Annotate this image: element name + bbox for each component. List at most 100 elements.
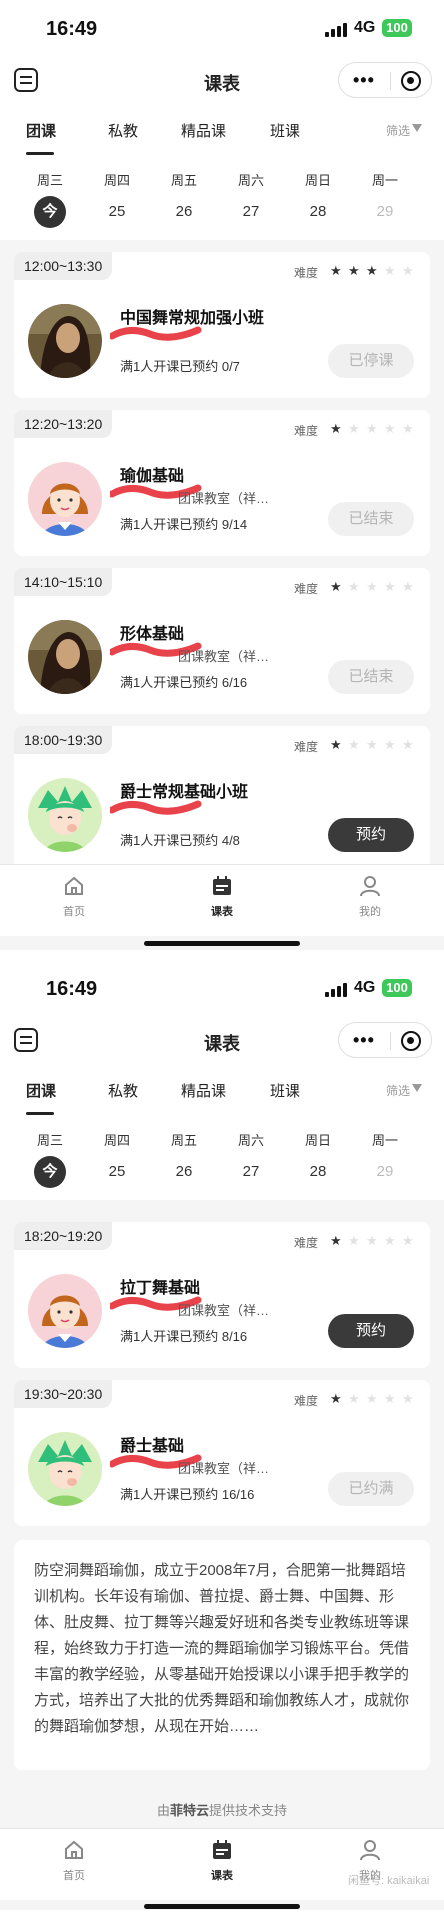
class-card[interactable]: 18:20~19:20 难度 ★ ★ ★ ★ ★ 拉丁舞基础 团课教室（祥… 满1人开课已预约 8… — [14, 1222, 430, 1368]
coach-avatar — [28, 1432, 102, 1506]
weekday-label: 周一 — [371, 1133, 398, 1148]
class-card[interactable]: 12:00~13:30 难度 ★ ★ ★ ★ ★ 中国舞常规加强小班 满1人开课已预约 0/7 已… — [14, 252, 430, 398]
class-time: 18:20~19:20 — [14, 1222, 113, 1250]
enrollment-status: 满1人开课已预约 9/14 — [120, 517, 248, 532]
enrollment-status: 满1人开课已预约 4/8 — [120, 833, 240, 848]
day-number[interactable]: 28 — [302, 1156, 334, 1188]
difficulty-label: 难度 — [294, 1394, 319, 1408]
weekday-label: 周六 — [237, 173, 264, 188]
class-time: 19:30~20:30 — [14, 1380, 113, 1408]
day-number[interactable]: 28 — [302, 196, 334, 228]
coach-avatar — [28, 620, 102, 694]
class-card[interactable]: 19:30~20:30 难度 ★ ★ ★ ★ ★ 爵士基础 团课教室（祥… 满1人开课已预约 16… — [14, 1380, 430, 1526]
star-icon: ★ — [330, 1391, 342, 1406]
star-icon: ★ — [330, 1233, 342, 1248]
day-number[interactable]: 27 — [235, 196, 267, 228]
miniprogram-capsule: ••• — [338, 62, 432, 98]
book-button[interactable]: 预约 — [328, 1314, 414, 1348]
home-indicator — [144, 1904, 300, 1909]
class-card[interactable]: 14:10~15:10 难度 ★ ★ ★ ★ ★ 形体基础 团课教室（祥… 满1人开课已预约 6/… — [14, 568, 430, 714]
user-icon — [360, 876, 380, 897]
star-icon: ★ — [366, 737, 378, 752]
star-icon: ★ — [402, 579, 414, 594]
class-room: 团课教室（祥… — [178, 491, 270, 506]
tabbar-label: 首页 — [63, 1870, 85, 1882]
star-icon: ★ — [348, 1233, 360, 1248]
tab-group-class[interactable]: 团课 — [26, 120, 56, 141]
class-card[interactable]: 18:00~19:30 难度 ★ ★ ★ ★ ★ 爵士常规基础小班 满1人开课已预约 4/8 预约 — [14, 726, 430, 872]
difficulty-stars: ★ ★ ★ ★ ★ — [330, 422, 416, 436]
day-number[interactable]: 27 — [235, 1156, 267, 1188]
weekday-label: 周四 — [103, 1133, 130, 1148]
tab-class-course[interactable]: 班课 — [270, 120, 300, 141]
star-icon: ★ — [402, 1391, 414, 1406]
status-bar: 16:49 4G 100 — [0, 960, 444, 1018]
coach-avatar — [28, 1274, 102, 1348]
day-number[interactable]: 29 — [369, 1156, 401, 1188]
weekday-label: 周五 — [170, 1133, 197, 1148]
weekday-label: 周三 — [36, 1133, 63, 1148]
enrollment-status: 满1人开课已预约 8/16 — [120, 1329, 248, 1344]
home-indicator — [144, 941, 300, 946]
status-button[interactable]: 已结束 — [328, 502, 414, 536]
star-icon: ★ — [330, 421, 342, 436]
class-time: 14:10~15:10 — [14, 568, 113, 596]
weekday-label: 周四 — [103, 173, 130, 188]
coach-avatar — [28, 778, 102, 852]
filter-icon[interactable] — [412, 124, 422, 132]
book-button[interactable]: 预约 — [328, 818, 414, 852]
redaction-scribble — [110, 326, 202, 341]
redaction-scribble — [110, 800, 202, 815]
star-icon: ★ — [348, 421, 360, 436]
tab-premium[interactable]: 精品课 — [181, 120, 226, 141]
more-icon[interactable]: ••• — [353, 71, 375, 89]
star-icon: ★ — [402, 263, 414, 278]
difficulty-label: 难度 — [294, 424, 319, 438]
difficulty-label: 难度 — [294, 582, 319, 596]
class-room: 团课教室（祥… — [178, 1303, 270, 1318]
nav-bar: 课表 ••• — [0, 1018, 444, 1066]
day-number[interactable]: 26 — [168, 1156, 200, 1188]
star-icon: ★ — [366, 579, 378, 594]
status-time: 16:49 — [46, 18, 98, 40]
tab-group-class[interactable]: 团课 — [26, 1080, 56, 1101]
status-button[interactable]: 已约满 — [328, 1472, 414, 1506]
powered-brand[interactable]: 菲特云 — [170, 1803, 209, 1818]
powered-suffix: 提供技术支持 — [209, 1803, 288, 1818]
signal-icon — [325, 22, 349, 37]
class-card[interactable]: 12:20~13:20 难度 ★ ★ ★ ★ ★ 瑜伽基础 团课教室（祥… 满1人开课已预约 9/… — [14, 410, 430, 556]
enrollment-status: 满1人开课已预约 0/7 — [120, 359, 240, 374]
status-button[interactable]: 已结束 — [328, 660, 414, 694]
star-icon: ★ — [348, 1391, 360, 1406]
star-icon: ★ — [384, 1233, 396, 1248]
filter-button[interactable]: 筛选 — [386, 1082, 410, 1099]
coach-avatar — [28, 304, 102, 378]
filter-button[interactable]: 筛选 — [386, 122, 410, 139]
day-number[interactable]: 今 — [34, 196, 66, 228]
close-miniprogram-icon[interactable] — [401, 1031, 421, 1051]
capsule-divider — [390, 72, 391, 90]
day-number[interactable]: 29 — [369, 196, 401, 228]
day-number[interactable]: 25 — [101, 196, 133, 228]
tab-private[interactable]: 私教 — [108, 1080, 138, 1101]
status-time: 16:49 — [46, 978, 98, 1000]
tab-private[interactable]: 私教 — [108, 120, 138, 141]
watermark: 闲鱼号: kaikaikai — [348, 1875, 430, 1887]
class-room: 团课教室（祥… — [178, 1461, 270, 1476]
difficulty-stars: ★ ★ ★ ★ ★ — [330, 1234, 416, 1248]
weekday-label: 周三 — [36, 173, 63, 188]
star-icon: ★ — [384, 737, 396, 752]
close-miniprogram-icon[interactable] — [401, 71, 421, 91]
home-icon — [65, 1840, 83, 1859]
tab-class-course[interactable]: 班课 — [270, 1080, 300, 1101]
tab-premium[interactable]: 精品课 — [181, 1080, 226, 1101]
more-icon[interactable]: ••• — [353, 1031, 375, 1049]
user-icon — [360, 1840, 380, 1861]
class-room: 团课教室（祥… — [178, 649, 270, 664]
class-time: 18:00~19:30 — [14, 726, 113, 754]
day-number[interactable]: 25 — [101, 1156, 133, 1188]
filter-icon[interactable] — [412, 1084, 422, 1092]
day-number[interactable]: 26 — [168, 196, 200, 228]
day-number[interactable]: 今 — [34, 1156, 66, 1188]
status-button[interactable]: 已停课 — [328, 344, 414, 378]
